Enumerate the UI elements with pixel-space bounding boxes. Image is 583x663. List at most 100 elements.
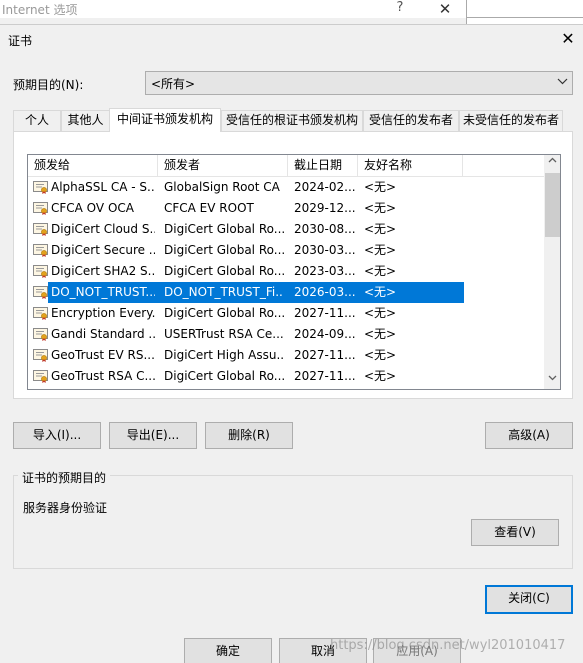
table-row[interactable]: CFCA OV OCA CFCA EV ROOT 2029-12... <无> bbox=[28, 198, 544, 219]
cell-issued-by: DigiCert Global Ro... bbox=[164, 306, 284, 320]
cell-issued-to: DO_NOT_TRUST... bbox=[51, 285, 155, 299]
scroll-up-icon[interactable] bbox=[544, 155, 560, 172]
certificate-icon bbox=[33, 328, 48, 341]
tab-label: 中间证书颁发机构 bbox=[116, 112, 213, 126]
cell-issued-to: DigiCert Secure ... bbox=[51, 243, 155, 257]
cell-issued-to: DigiCert SHA2 S... bbox=[51, 264, 155, 278]
cell-issued-to: GeoTrust EV RS... bbox=[51, 348, 155, 362]
remove-button[interactable]: 删除(R) bbox=[205, 422, 293, 449]
table-row[interactable]: GeoTrust EV RS... DigiCert High Assu... 20… bbox=[28, 345, 544, 366]
cell-issued-to: AlphaSSL CA - S... bbox=[51, 180, 155, 194]
cell-friendly-name: <无> bbox=[364, 222, 397, 236]
certificate-icon bbox=[33, 370, 48, 383]
tab-label: 其他人 bbox=[67, 113, 104, 127]
background-close-icon[interactable]: ✕ bbox=[430, 0, 460, 18]
certificate-icon bbox=[33, 265, 48, 278]
ok-button[interactable]: 确定 bbox=[184, 638, 272, 663]
cell-expiration: 2023-03... bbox=[294, 264, 356, 278]
cell-friendly-name: <无> bbox=[364, 264, 397, 278]
certificate-icon bbox=[33, 181, 48, 194]
export-button[interactable]: 导出(E)... bbox=[109, 422, 197, 449]
cell-issued-to: CFCA OV OCA bbox=[51, 201, 134, 215]
tab-trusted-publishers[interactable]: 受信任的发布者 bbox=[363, 110, 459, 131]
list-header: 颁发给 颁发者 截止日期 友好名称 bbox=[28, 155, 544, 177]
tab-label: 受信任的根证书颁发机构 bbox=[225, 113, 358, 127]
certificates-dialog: 证书 ✕ 预期目的(N): <所有> 个人 其他人 中间证书颁发机构 受信任的根… bbox=[0, 24, 583, 629]
scroll-down-icon[interactable] bbox=[544, 372, 560, 389]
cell-expiration: 2026-03... bbox=[294, 285, 356, 299]
intended-purpose-select[interactable]: <所有> bbox=[145, 71, 573, 95]
column-issued-to[interactable]: 颁发给 bbox=[28, 155, 158, 177]
table-row[interactable]: Encryption Every... DigiCert Global Ro...… bbox=[28, 303, 544, 324]
table-row[interactable]: GeoTrust RSA C... DigiCert Global Ro... 20… bbox=[28, 366, 544, 387]
certificate-purposes-title: 证书的预期目的 bbox=[18, 469, 111, 486]
cell-expiration: 2030-08... bbox=[294, 222, 356, 236]
cell-friendly-name: <无> bbox=[364, 285, 397, 299]
column-expiration[interactable]: 截止日期 bbox=[288, 155, 358, 177]
view-button[interactable]: 查看(V) bbox=[471, 519, 559, 546]
cell-expiration: 2027-11... bbox=[294, 348, 356, 362]
advanced-button[interactable]: 高级(A) bbox=[485, 422, 573, 449]
cell-issued-by: USERTrust RSA Ce... bbox=[164, 327, 284, 341]
cell-issued-to: Encryption Every... bbox=[51, 306, 155, 320]
certificate-icon bbox=[33, 307, 48, 320]
column-issued-by[interactable]: 颁发者 bbox=[158, 155, 288, 177]
cell-friendly-name: <无> bbox=[364, 327, 397, 341]
close-button[interactable]: 关闭(C) bbox=[485, 585, 573, 614]
intended-purpose-label: 预期目的(N): bbox=[13, 78, 84, 92]
tab-panel: 颁发给 颁发者 截止日期 友好名称 AlphaSSL CA - S... Glob… bbox=[13, 131, 573, 399]
cell-issued-by: DO_NOT_TRUST_Fi... bbox=[164, 285, 284, 299]
tab-label: 未受信任的发布者 bbox=[462, 113, 559, 127]
tab-intermediate-ca[interactable]: 中间证书颁发机构 bbox=[109, 108, 221, 132]
tab-personal[interactable]: 个人 bbox=[13, 110, 61, 131]
cell-expiration: 2029-12... bbox=[294, 201, 356, 215]
certificate-icon bbox=[33, 202, 48, 215]
table-row[interactable]: Gandi Standard ... USERTrust RSA Ce... 202… bbox=[28, 324, 544, 345]
screen: Internet 选项 ? ✕ 证书 ✕ 预期目的(N): <所有> 个人 其他… bbox=[0, 0, 583, 663]
certificate-purposes-text: 服务器身份验证 bbox=[23, 501, 108, 515]
vertical-scrollbar[interactable] bbox=[544, 155, 560, 389]
watermark: https://blog.csdn.net/wyl201010417 bbox=[330, 638, 566, 653]
cell-issued-by: DigiCert Global Ro... bbox=[164, 369, 284, 383]
cell-expiration: 2024-09... bbox=[294, 327, 356, 341]
cell-friendly-name: <无> bbox=[364, 180, 397, 194]
cell-expiration: 2024-02... bbox=[294, 180, 356, 194]
tab-untrusted-publishers[interactable]: 未受信任的发布者 bbox=[459, 110, 563, 131]
cell-expiration: 2030-03... bbox=[294, 243, 356, 257]
import-button[interactable]: 导入(I)... bbox=[13, 422, 101, 449]
cell-issued-by: DigiCert Global Ro... bbox=[164, 222, 284, 236]
certificate-icon bbox=[33, 223, 48, 236]
scrollbar-thumb[interactable] bbox=[545, 173, 560, 237]
tab-other-people[interactable]: 其他人 bbox=[61, 110, 110, 131]
tab-trusted-root-ca[interactable]: 受信任的根证书颁发机构 bbox=[221, 110, 363, 131]
table-row[interactable]: DigiCert Secure ... DigiCert Global Ro...… bbox=[28, 240, 544, 261]
cell-issued-by: DigiCert High Assu... bbox=[164, 348, 284, 362]
cell-issued-by: DigiCert Global Ro... bbox=[164, 264, 284, 278]
intended-purpose-value: <所有> bbox=[151, 77, 196, 91]
cell-issued-by: GlobalSign Root CA bbox=[164, 180, 280, 194]
help-icon[interactable]: ? bbox=[390, 0, 410, 18]
certificate-icon bbox=[33, 349, 48, 362]
certificate-icon bbox=[33, 286, 48, 299]
tab-label: 个人 bbox=[24, 113, 49, 127]
cell-friendly-name: <无> bbox=[364, 369, 397, 383]
table-row[interactable]: DO_NOT_TRUST... DO_NOT_TRUST_Fi... 2026-03… bbox=[28, 282, 544, 303]
cell-friendly-name: <无> bbox=[364, 306, 397, 320]
certificate-list[interactable]: 颁发给 颁发者 截止日期 友好名称 AlphaSSL CA - S... Glob… bbox=[27, 154, 561, 390]
background-window-edge bbox=[466, 0, 583, 18]
table-row[interactable]: DigiCert SHA2 S... DigiCert Global Ro... 2… bbox=[28, 261, 544, 282]
close-icon[interactable]: ✕ bbox=[556, 28, 580, 50]
cell-issued-to: GeoTrust RSA C... bbox=[51, 369, 155, 383]
cell-expiration: 2027-11... bbox=[294, 306, 356, 320]
cell-issued-to: Gandi Standard ... bbox=[51, 327, 155, 341]
cell-friendly-name: <无> bbox=[364, 243, 397, 257]
cell-friendly-name: <无> bbox=[364, 348, 397, 362]
cell-expiration: 2027-11... bbox=[294, 369, 356, 383]
certificate-icon bbox=[33, 244, 48, 257]
table-row[interactable]: AlphaSSL CA - S... GlobalSign Root CA 2024… bbox=[28, 177, 544, 198]
cell-issued-by: DigiCert Global Ro... bbox=[164, 243, 284, 257]
cell-issued-to: DigiCert Cloud S... bbox=[51, 222, 155, 236]
column-friendly-name[interactable]: 友好名称 bbox=[358, 155, 463, 177]
chevron-down-icon bbox=[557, 74, 568, 91]
table-row[interactable]: DigiCert Cloud S... DigiCert Global Ro...… bbox=[28, 219, 544, 240]
